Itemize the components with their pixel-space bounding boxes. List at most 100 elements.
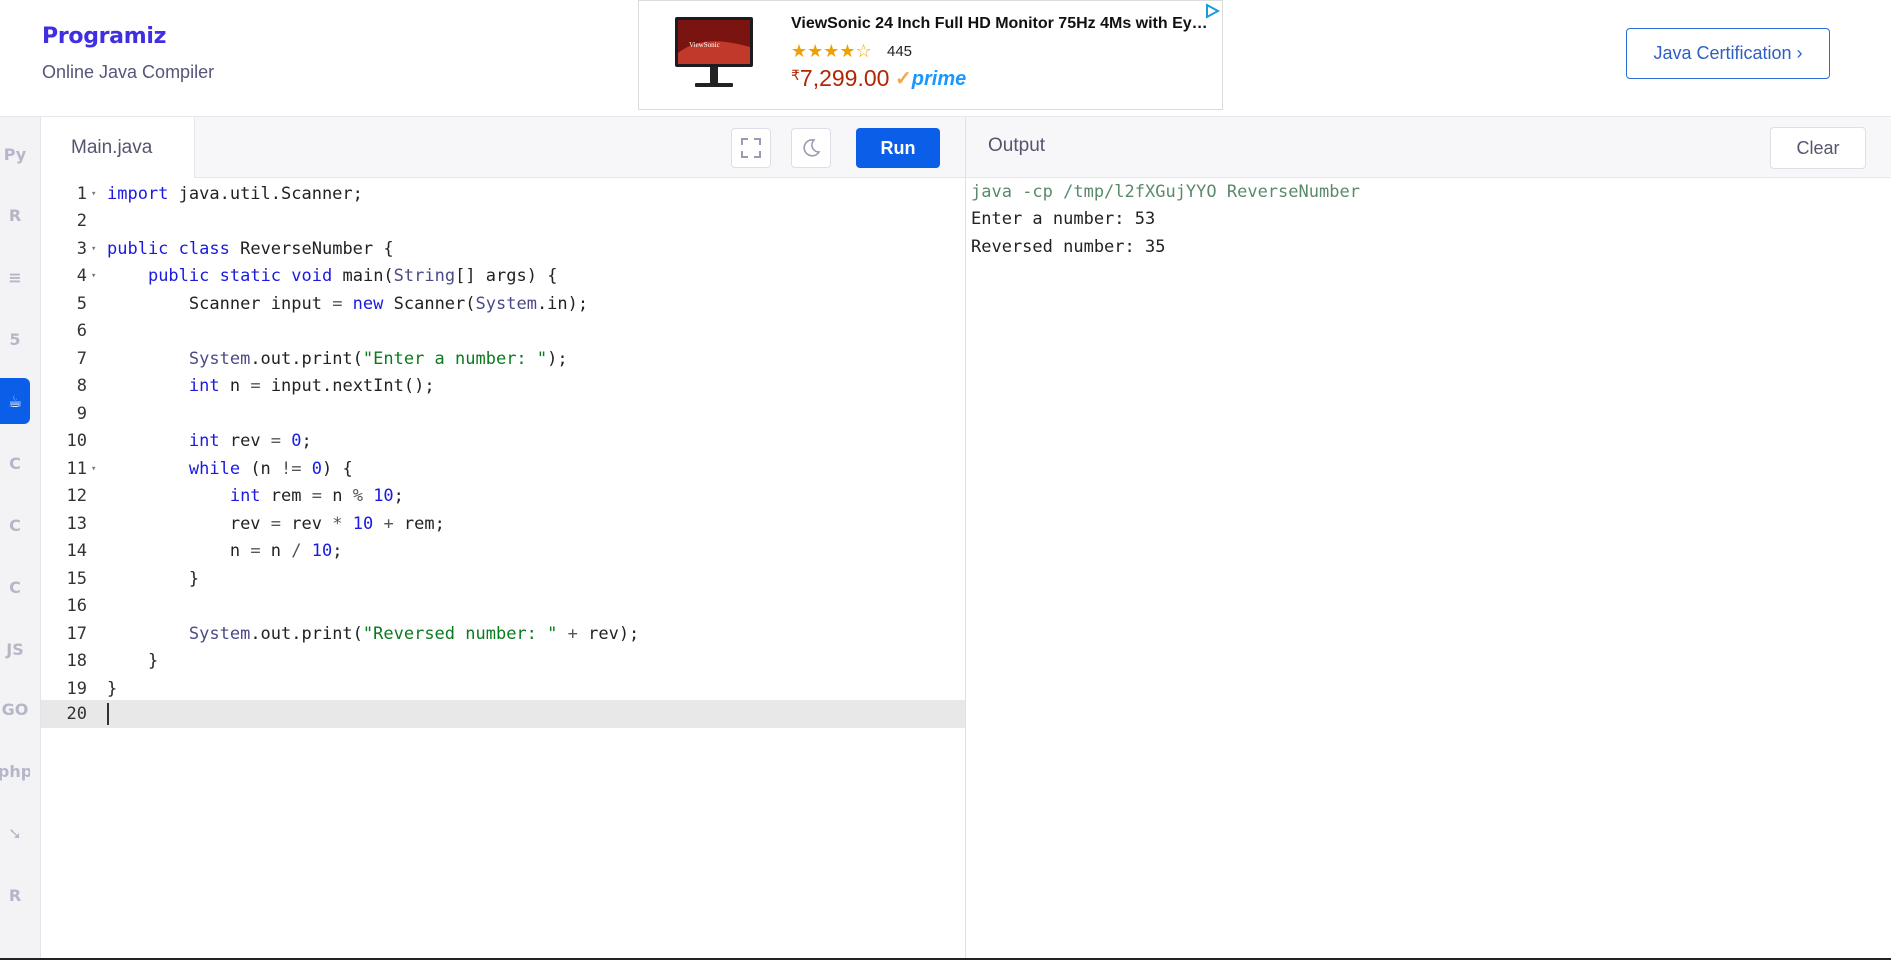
code-text: n = n / 10;	[229, 541, 343, 562]
moon-icon	[803, 139, 821, 157]
ad-currency: ₹	[791, 67, 800, 83]
editor-toolbar: Main.java Run	[41, 117, 965, 178]
line-number: 10	[66, 431, 87, 452]
swift-icon[interactable]: ➘	[0, 810, 30, 856]
line-number: 18	[66, 651, 87, 672]
code-text: System.out.print("Reversed number: " + r…	[188, 623, 640, 644]
code-line: 17 System.out.print("Reversed number: " …	[41, 620, 965, 648]
line-number: 16	[66, 596, 87, 617]
output-title: Output	[988, 135, 1046, 156]
code-text: while (n != 0) {	[188, 458, 353, 479]
code-text: int rev = 0;	[188, 431, 312, 452]
code-line: 3 ▾ public class ReverseNumber {	[41, 235, 965, 263]
run-button[interactable]: Run	[856, 128, 940, 168]
sql-icon[interactable]: ≡	[0, 254, 30, 300]
code-line: 13 rev = rev * 10 + rem;	[41, 510, 965, 538]
fold-arrow-icon[interactable]: ▾	[87, 464, 107, 474]
ad-price-value: 7,299.00	[799, 65, 890, 91]
code-line: 15 }	[41, 565, 965, 593]
ad-rating-stars: ★★★★☆	[791, 41, 872, 61]
rust-icon[interactable]: R	[0, 872, 30, 918]
js-icon[interactable]: JS	[0, 626, 30, 672]
prime-label: prime	[911, 68, 967, 90]
output-command-line: java -cp /tmp/l2fXGujYYO ReverseNumber	[971, 181, 1360, 202]
php-icon[interactable]: php	[0, 748, 30, 794]
ad-price: ₹7,299.00	[791, 65, 889, 92]
code-line: 11 ▾ while (n != 0) {	[41, 455, 965, 483]
monitor-product-image: ViewSonic	[675, 17, 753, 87]
code-line: 9	[41, 400, 965, 428]
code-text: int rem = n % 10;	[229, 486, 404, 507]
line-number: 9	[76, 403, 87, 424]
java-certification-button[interactable]: Java Certification ›	[1626, 28, 1830, 79]
dark-mode-toggle[interactable]	[791, 128, 831, 168]
top-header: Programiz Online Java Compiler ViewSonic…	[0, 0, 1891, 117]
page-subtitle: Online Java Compiler	[42, 62, 215, 82]
fold-arrow-icon[interactable]: ▾	[87, 244, 107, 254]
code-line: 2	[41, 208, 965, 236]
code-text: public class ReverseNumber {	[107, 238, 394, 259]
code-text: int n = input.nextInt();	[188, 376, 435, 397]
adchoices-icon[interactable]	[1204, 3, 1220, 19]
html-icon[interactable]: 5	[0, 316, 30, 362]
java-icon[interactable]: ☕	[0, 378, 30, 424]
output-console[interactable]: java -cp /tmp/l2fXGujYYO ReverseNumber E…	[971, 178, 1871, 261]
monitor-brand-text: ViewSonic	[689, 41, 720, 49]
code-text: Scanner input = new Scanner(System.in);	[188, 293, 589, 314]
fold-arrow-icon[interactable]: ▾	[87, 271, 107, 281]
line-number: 4	[76, 266, 87, 287]
code-text	[107, 702, 109, 725]
fold-arrow-icon[interactable]: ▾	[87, 189, 107, 199]
prime-badge: ✓prime	[895, 66, 966, 91]
panel-divider[interactable]	[965, 117, 966, 960]
file-tab-main-java[interactable]: Main.java	[41, 117, 195, 178]
line-number: 7	[76, 348, 87, 369]
fullscreen-icon	[741, 138, 761, 158]
code-text: System.out.print("Enter a number: ");	[188, 348, 568, 369]
language-sidebar: Py R ≡ 5 ☕ C C C JS GO php ➘ R	[0, 117, 41, 960]
line-number: 3	[76, 238, 87, 259]
csharp-icon[interactable]: C	[0, 564, 30, 610]
line-number: 19	[66, 678, 87, 699]
python-icon[interactable]: Py	[0, 131, 30, 177]
fullscreen-button[interactable]	[731, 128, 771, 168]
code-line: 7 System.out.print("Enter a number: ");	[41, 345, 965, 373]
line-number: 1	[76, 183, 87, 204]
line-number: 20	[66, 703, 87, 724]
go-icon[interactable]: GO	[0, 686, 30, 732]
code-line: 19 }	[41, 675, 965, 703]
line-number: 14	[66, 541, 87, 562]
line-number: 13	[66, 513, 87, 534]
c-icon[interactable]: C	[0, 440, 30, 486]
text-cursor	[107, 702, 109, 725]
line-number: 6	[76, 321, 87, 342]
line-number: 12	[66, 486, 87, 507]
code-line: 5 Scanner input = new Scanner(System.in)…	[41, 290, 965, 318]
ad-banner[interactable]: ViewSonic ViewSonic 24 Inch Full HD Moni…	[638, 0, 1223, 110]
code-line: 6	[41, 318, 965, 346]
code-line: 12 int rem = n % 10;	[41, 483, 965, 511]
code-line: 14 n = n / 10;	[41, 538, 965, 566]
code-text: import java.util.Scanner;	[107, 183, 363, 204]
programiz-logo[interactable]: Programiz	[42, 24, 166, 49]
code-text: }	[107, 678, 118, 699]
r-icon[interactable]: R	[0, 192, 30, 238]
line-number: 5	[76, 293, 87, 314]
code-line: 16	[41, 593, 965, 621]
clear-button[interactable]: Clear	[1770, 127, 1866, 169]
line-number: 15	[66, 568, 87, 589]
ad-product-title[interactable]: ViewSonic 24 Inch Full HD Monitor 75Hz 4…	[791, 15, 1211, 33]
line-number: 8	[76, 376, 87, 397]
code-text: }	[147, 651, 159, 672]
current-code-line: 20	[41, 700, 965, 728]
code-line: 4 ▾ public static void main(String[] arg…	[41, 263, 965, 291]
ad-review-count: 445	[887, 43, 913, 60]
code-editor[interactable]: 1 ▾ import java.util.Scanner; 2 3 ▾ publ…	[41, 178, 965, 960]
cpp-icon[interactable]: C	[0, 502, 30, 548]
line-number: 2	[76, 211, 87, 232]
code-line: 8 int n = input.nextInt();	[41, 373, 965, 401]
prime-check-icon: ✓	[895, 68, 912, 90]
code-line: 10 int rev = 0;	[41, 428, 965, 456]
output-line: Reversed number: 35	[971, 236, 1166, 257]
code-line: 1 ▾ import java.util.Scanner;	[41, 180, 965, 208]
